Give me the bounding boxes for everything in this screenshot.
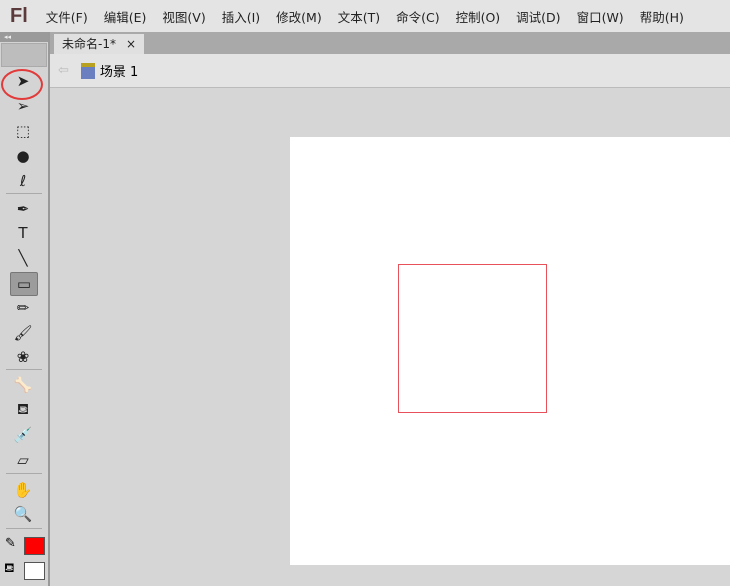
brush-tool[interactable]: 🖌: [10, 322, 36, 344]
scene-label[interactable]: 场景 1: [100, 61, 138, 80]
document-tab-label: 未命名-1*: [62, 37, 116, 51]
pen-tool[interactable]: ✒: [10, 198, 36, 220]
collapse-panel-button[interactable]: ◂◂: [0, 32, 48, 42]
tool-separator: [6, 193, 42, 194]
menu-debug[interactable]: 调试(D): [516, 7, 560, 26]
flash-logo: Fl: [10, 4, 28, 27]
pencil-tool[interactable]: ✏: [10, 297, 36, 319]
menu-commands[interactable]: 命令(C): [396, 7, 439, 26]
tool-separator: [6, 528, 42, 529]
3d-rotation-tool[interactable]: ●: [10, 145, 36, 167]
menu-window[interactable]: 窗口(W): [577, 7, 624, 26]
close-tab-button[interactable]: ×: [126, 34, 136, 54]
menu-view[interactable]: 视图(V): [162, 7, 205, 26]
menu-edit[interactable]: 编辑(E): [104, 7, 147, 26]
menu-file[interactable]: 文件(F): [46, 7, 88, 26]
rectangle-tool[interactable]: ▭: [10, 272, 38, 296]
bone-tool[interactable]: 🦴: [10, 374, 36, 396]
stroke-color-pencil-icon: ✎: [5, 536, 16, 551]
free-transform-tool[interactable]: ⬚: [10, 120, 36, 142]
menu-help[interactable]: 帮助(H): [640, 7, 684, 26]
menu-insert[interactable]: 插入(I): [222, 7, 260, 26]
back-arrow-icon[interactable]: ⇦: [58, 63, 69, 78]
paint-bucket-tool[interactable]: ⛾: [10, 399, 36, 421]
menu-modify[interactable]: 修改(M): [276, 7, 322, 26]
fill-color-swatch[interactable]: [24, 562, 45, 580]
highlight-circle: [1, 69, 43, 100]
document-tab-bar: 未命名-1* ×: [50, 32, 730, 54]
document-tab[interactable]: 未命名-1* ×: [54, 34, 145, 54]
line-tool[interactable]: ╲: [10, 247, 36, 269]
scene-bar: ⇦ 场景 1: [50, 54, 730, 88]
stage-canvas[interactable]: [290, 137, 730, 565]
eraser-tool[interactable]: ▱: [10, 449, 36, 471]
text-tool[interactable]: T: [10, 222, 36, 244]
menu-control[interactable]: 控制(O): [456, 7, 501, 26]
lasso-tool[interactable]: ℓ: [10, 170, 36, 192]
menu-bar: Fl 文件(F) 编辑(E) 视图(V) 插入(I) 修改(M) 文本(T) 命…: [0, 0, 730, 32]
eyedropper-tool[interactable]: 💉: [10, 424, 36, 446]
hand-tool[interactable]: ✋: [10, 479, 36, 501]
fill-color-bucket-icon: ⛾: [4, 561, 15, 576]
tool-separator: [6, 369, 42, 370]
tool-separator: [6, 473, 42, 474]
deco-tool[interactable]: ❀: [10, 346, 36, 368]
scene-clapper-icon: [80, 62, 95, 79]
zoom-tool[interactable]: 🔍: [10, 503, 36, 525]
rectangle-shape[interactable]: [398, 264, 547, 413]
menu-text[interactable]: 文本(T): [338, 7, 380, 26]
stroke-color-swatch[interactable]: [24, 537, 45, 555]
panel-grip[interactable]: [1, 43, 47, 67]
